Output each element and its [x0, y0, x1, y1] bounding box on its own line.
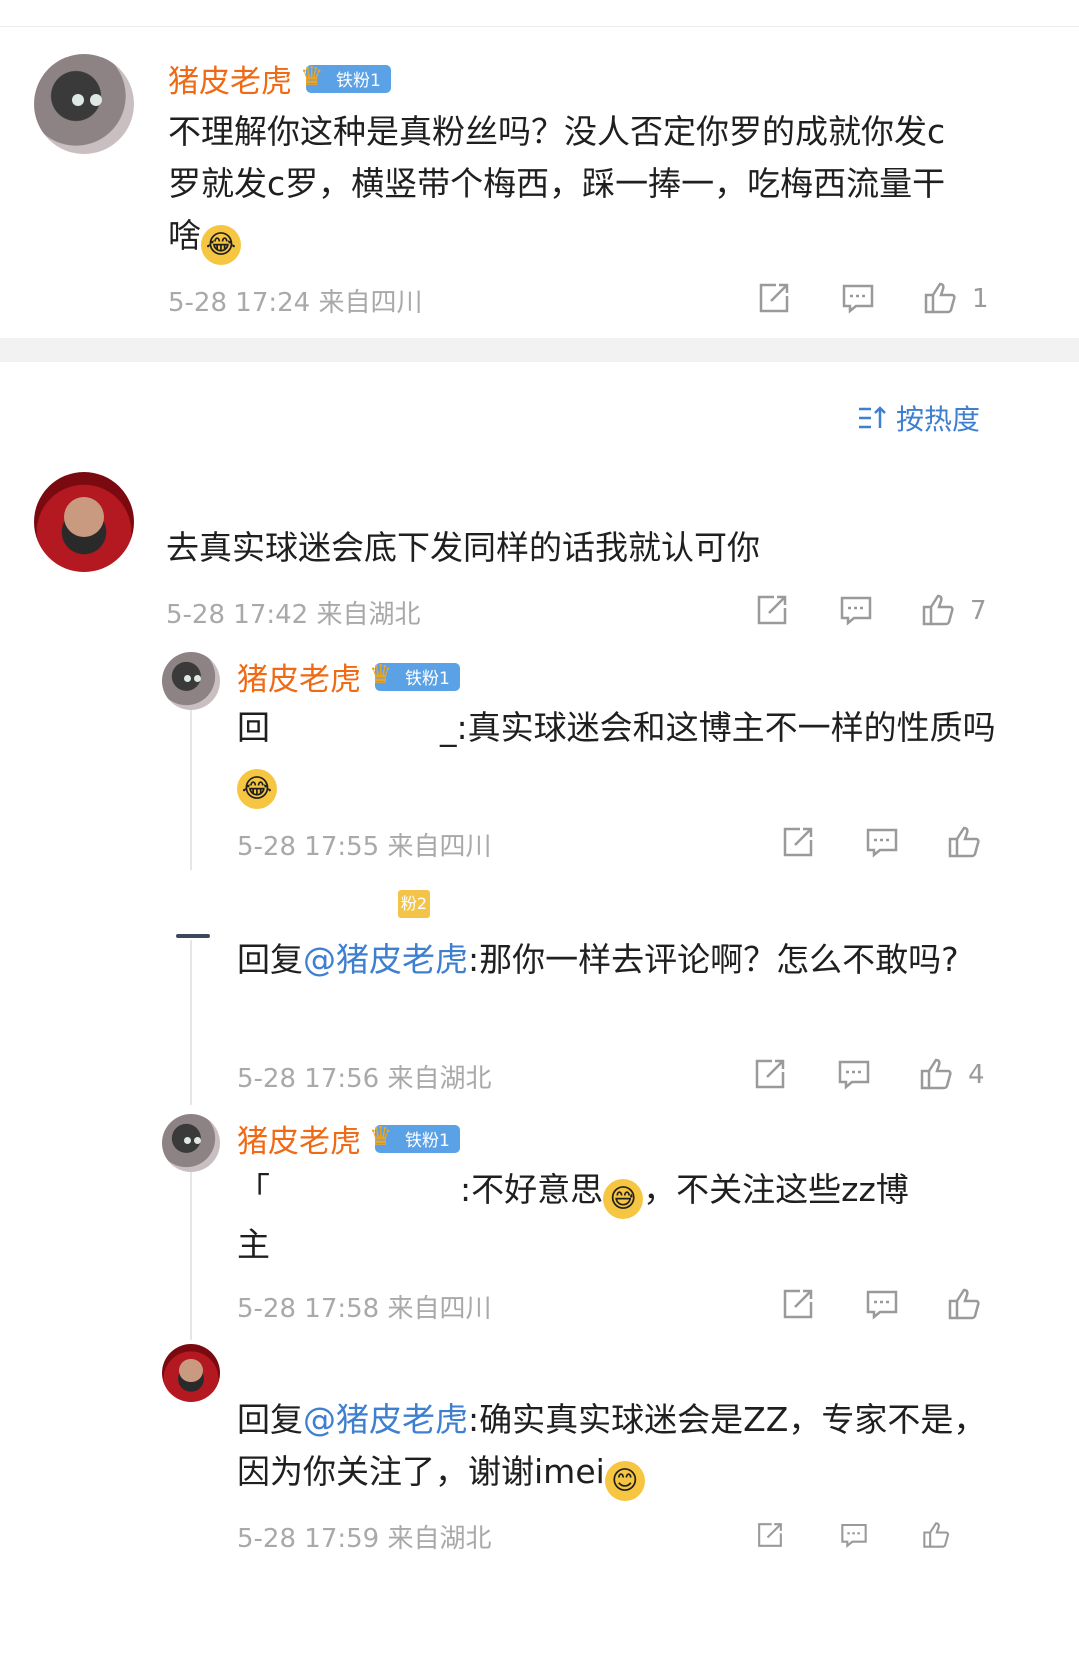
avatar-edge [176, 934, 210, 938]
blush-emoji-icon: 😊 [604, 1461, 645, 1501]
comment-header: 猪皮老虎 ♛ 铁粉1 [168, 56, 391, 101]
reply-text: 「:不好意思 😅 ，不关注这些zz博主 [237, 1170, 909, 1264]
fan-badge: ♛ 铁粉1 [369, 1122, 460, 1153]
reply-text: 回复@猪皮老虎:那你一样去评论啊？怎么不敢吗? [237, 940, 959, 979]
fan-badge: ♛ 铁粉1 [369, 660, 460, 691]
reply-icon[interactable] [864, 1286, 900, 1322]
reply-meta: 5-28 17:58 来自四川 [237, 1294, 492, 1324]
sort-by-hot-button[interactable]: 按热度 [856, 398, 980, 438]
like-count: 7 [970, 596, 987, 626]
fan-badge-partial: 粉2 [398, 890, 430, 918]
sweat-smile-emoji-icon: 😅 [603, 1179, 644, 1219]
reply-meta: 5-28 17:59 来自湖北 [237, 1524, 492, 1554]
comment-meta: 5-28 17:42 来自湖北 [166, 600, 421, 630]
like-icon[interactable] [920, 592, 956, 628]
username[interactable]: 猪皮老虎 [237, 1116, 361, 1161]
avatar[interactable] [162, 652, 220, 710]
like-count: 4 [968, 1060, 985, 1090]
thread-line [190, 940, 192, 1105]
reply-meta: 5-28 17:56 来自湖北 [237, 1064, 492, 1094]
share-icon[interactable] [756, 280, 792, 316]
reply-text: 回 _:真实球迷会和这博主不一样的性质吗😂 [237, 702, 997, 809]
share-icon[interactable] [752, 1056, 788, 1092]
like-icon[interactable] [922, 280, 958, 316]
sort-icon [856, 402, 888, 434]
reply-header: 猪皮老虎 ♛ 铁粉1 [237, 654, 460, 699]
reply-icon[interactable] [864, 824, 900, 860]
share-icon[interactable] [780, 1286, 816, 1322]
reply-icon[interactable] [836, 1056, 872, 1092]
fan-badge: ♛ 铁粉1 [300, 62, 391, 93]
share-icon[interactable] [754, 592, 790, 628]
laugh-cry-emoji-icon: 😂 [201, 225, 241, 265]
like-icon[interactable] [918, 1056, 954, 1092]
comment-text: 去真实球迷会底下发同样的话我就认可你 [166, 528, 760, 567]
crown-icon: ♛ [369, 1121, 393, 1152]
share-icon[interactable] [752, 1520, 788, 1550]
avatar[interactable] [162, 1114, 220, 1172]
thread-line [190, 710, 192, 870]
reply-icon[interactable] [840, 280, 876, 316]
username[interactable]: 猪皮老虎 [168, 56, 292, 101]
laugh-cry-emoji-icon: 😂 [237, 769, 277, 809]
avatar[interactable] [34, 472, 134, 572]
crown-icon: ♛ [300, 61, 324, 92]
crown-icon: ♛ [369, 659, 393, 690]
reply-meta: 5-28 17:55 来自四川 [237, 832, 492, 862]
comment-text: 不理解你这种是真粉丝吗？没人否定你罗的成就你发c罗就发c罗，横竖带个梅西，踩一捧… [168, 106, 978, 265]
like-icon[interactable] [946, 824, 982, 860]
reply-header: 猪皮老虎 ♛ 铁粉1 [237, 1116, 460, 1161]
mention-link[interactable]: @猪皮老虎 [303, 1400, 468, 1439]
reply-icon[interactable] [838, 592, 874, 628]
reply-icon[interactable] [836, 1520, 872, 1550]
thread-line [190, 1170, 192, 1340]
top-divider [0, 26, 1079, 27]
share-icon[interactable] [780, 824, 816, 860]
username[interactable]: 猪皮老虎 [237, 654, 361, 699]
like-icon[interactable] [946, 1286, 982, 1322]
like-icon[interactable] [918, 1520, 954, 1550]
mention-link[interactable]: @猪皮老虎 [303, 940, 468, 979]
reply-text: 回复@猪皮老虎:确实真实球迷会是ZZ，专家不是，因为你关注了，谢谢imei 😊 [237, 1394, 997, 1501]
avatar[interactable] [162, 1344, 220, 1402]
avatar[interactable] [34, 54, 134, 154]
comment-meta: 5-28 17:24 来自四川 [168, 288, 423, 318]
section-gap [0, 338, 1079, 362]
like-count: 1 [972, 284, 989, 314]
